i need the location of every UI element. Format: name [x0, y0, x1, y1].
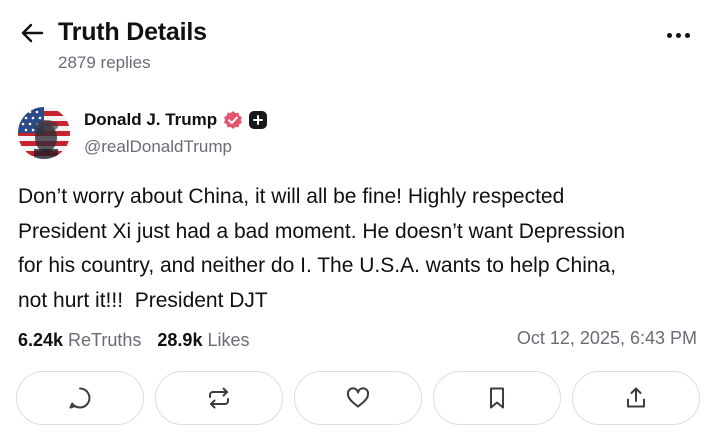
page-title: Truth Details	[58, 18, 207, 46]
retruths-count: 6.24k	[18, 329, 64, 350]
avatar[interactable]	[18, 107, 70, 159]
reply-icon	[69, 387, 91, 409]
more-options-button[interactable]	[660, 20, 696, 50]
post-stats: 6.24k ReTruths 28.9k Likes	[18, 328, 265, 352]
author-handle[interactable]: @realDonaldTrump	[84, 137, 232, 157]
bookmark-button[interactable]	[433, 371, 561, 425]
back-button[interactable]	[16, 18, 48, 48]
retruths-stat[interactable]: 6.24k ReTruths	[18, 330, 141, 351]
retruth-icon	[209, 387, 229, 409]
share-icon	[627, 387, 645, 408]
bookmark-icon	[490, 387, 504, 409]
plus-badge-icon	[249, 111, 268, 129]
likes-label: Likes	[207, 329, 250, 350]
heart-icon	[346, 387, 370, 408]
likes-count: 28.9k	[157, 329, 203, 350]
more-horizontal-icon	[666, 32, 672, 38]
header: Truth Details 2879 replies	[0, 0, 716, 80]
action-bar	[16, 371, 700, 425]
retruth-button[interactable]	[155, 371, 283, 425]
post-text: Don’t worry about China, it will all be …	[18, 185, 626, 312]
likes-stat[interactable]: 28.9k Likes	[157, 330, 249, 351]
like-button[interactable]	[294, 371, 422, 425]
share-button[interactable]	[572, 371, 700, 425]
retruths-label: ReTruths	[68, 329, 142, 350]
author-name-row: Donald J. Trump	[84, 110, 268, 130]
arrow-left-icon	[21, 23, 44, 43]
reply-button[interactable]	[16, 371, 144, 425]
verified-badge-icon	[224, 111, 243, 129]
author-name[interactable]: Donald J. Trump	[84, 110, 217, 130]
replies-count: 2879 replies	[58, 53, 151, 72]
post-timestamp: Oct 12, 2025, 6:43 PM	[516, 328, 697, 348]
